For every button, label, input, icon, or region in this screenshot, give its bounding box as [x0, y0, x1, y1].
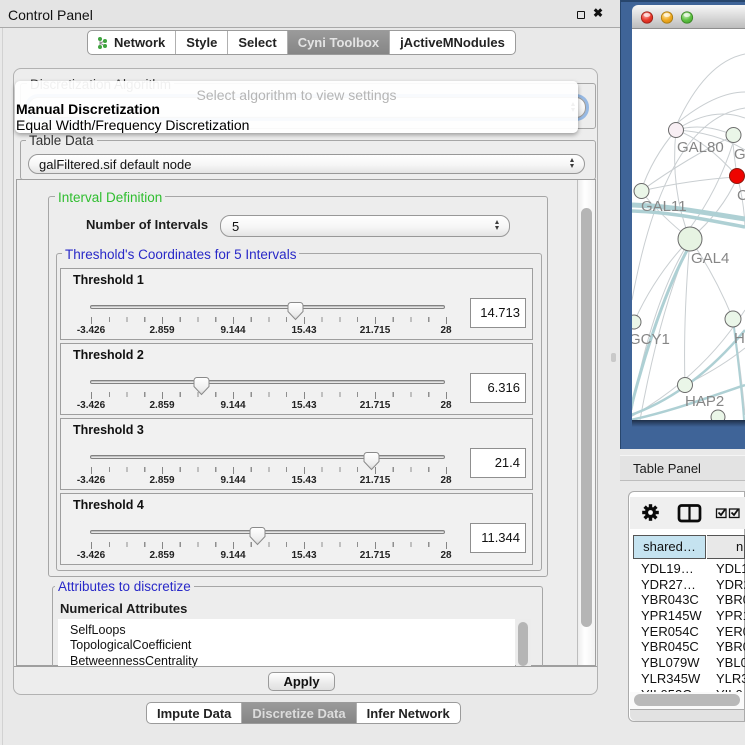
svg-text:G.: G. — [734, 146, 745, 163]
svg-text:HAP2: HAP2 — [685, 393, 724, 410]
svg-text:GAL11: GAL11 — [641, 198, 687, 215]
svg-text:GAL4: GAL4 — [691, 250, 729, 267]
svg-text:H: H — [734, 330, 745, 347]
svg-text:GAL80: GAL80 — [677, 139, 724, 156]
svg-text:GCY1: GCY1 — [632, 331, 670, 348]
svg-text:C: C — [737, 187, 745, 204]
